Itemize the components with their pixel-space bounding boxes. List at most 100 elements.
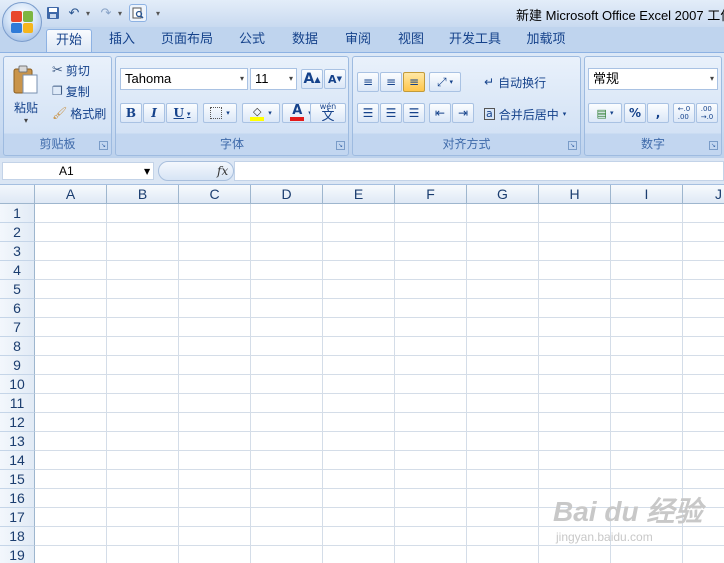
gridline-horizontal xyxy=(35,317,724,318)
merge-center-dropdown-icon[interactable]: ▾ xyxy=(563,110,567,118)
copy-button[interactable]: ❐ 复制 xyxy=(52,82,90,100)
name-box-dropdown-icon[interactable]: ▼ xyxy=(144,167,150,176)
align-center-button[interactable]: ☰ xyxy=(380,103,402,123)
align-center-icon: ☰ xyxy=(385,106,397,120)
undo-icon[interactable]: ↶ xyxy=(65,4,83,22)
font-size-combo[interactable]: 11 ▾ xyxy=(250,68,297,90)
font-name-dropdown-icon[interactable]: ▾ xyxy=(240,69,244,89)
save-icon[interactable] xyxy=(44,4,62,22)
tab-formulas[interactable]: 公式 xyxy=(230,29,274,52)
print-preview-icon[interactable] xyxy=(129,4,147,22)
borders-button[interactable]: ▾ xyxy=(203,103,237,123)
row-header[interactable]: 2 xyxy=(0,223,35,242)
row-header[interactable]: 13 xyxy=(0,432,35,451)
wrap-text-button[interactable]: ↵ 自动换行 xyxy=(484,71,546,93)
customize-qat-icon[interactable]: ▾ xyxy=(156,9,164,18)
row-header[interactable]: 9 xyxy=(0,356,35,375)
row-header[interactable]: 8 xyxy=(0,337,35,356)
row-header[interactable]: 15 xyxy=(0,470,35,489)
underline-button[interactable]: U ▾ xyxy=(166,103,198,123)
clipboard-dialog-launcher-icon[interactable]: ↘ xyxy=(99,141,108,150)
increase-indent-button[interactable]: ⇥ xyxy=(452,103,474,123)
column-header[interactable]: J xyxy=(683,185,724,204)
row-header[interactable]: 10 xyxy=(0,375,35,394)
tab-review[interactable]: 审阅 xyxy=(336,29,380,52)
row-header[interactable]: 12 xyxy=(0,413,35,432)
decrease-decimal-button[interactable]: .00 →.0 xyxy=(696,103,718,123)
column-header[interactable]: I xyxy=(611,185,683,204)
number-dialog-launcher-icon[interactable]: ↘ xyxy=(709,141,718,150)
align-right-button[interactable]: ☰ xyxy=(403,103,425,123)
increase-decimal-button[interactable]: ←.0.00 xyxy=(673,103,695,123)
row-header[interactable]: 3 xyxy=(0,242,35,261)
name-box[interactable]: A1 xyxy=(2,162,154,180)
office-button[interactable] xyxy=(2,2,42,42)
shrink-font-button[interactable]: A ▼ xyxy=(324,69,346,89)
column-header[interactable]: D xyxy=(251,185,323,204)
number-format-combo[interactable]: 常规 ▾ xyxy=(588,68,718,90)
tab-home[interactable]: 开始 xyxy=(46,29,92,52)
row-header[interactable]: 18 xyxy=(0,527,35,546)
align-bottom-button[interactable]: ≡ xyxy=(403,72,425,92)
tab-developer[interactable]: 开发工具 xyxy=(443,29,507,52)
clipboard-group-label: 剪贴板 xyxy=(39,137,76,151)
tab-insert[interactable]: 插入 xyxy=(100,29,144,52)
phonetic-guide-button[interactable]: wén 文 xyxy=(310,103,346,123)
decrease-indent-button[interactable]: ⇤ xyxy=(429,103,451,123)
redo-icon[interactable]: ↷ xyxy=(97,4,115,22)
column-header[interactable]: G xyxy=(467,185,539,204)
row-header[interactable]: 14 xyxy=(0,451,35,470)
row-header[interactable]: 19 xyxy=(0,546,35,563)
grow-font-button[interactable]: A ▲ xyxy=(301,69,323,89)
orientation-button[interactable]: ⤢ ▾ xyxy=(429,72,461,92)
fill-color-button[interactable]: ◇ ▾ xyxy=(242,103,280,123)
italic-button[interactable]: I xyxy=(143,103,165,123)
tab-page-layout[interactable]: 页面布局 xyxy=(155,29,219,52)
undo-dropdown-icon[interactable]: ▾ xyxy=(86,9,94,18)
tab-add-ins[interactable]: 加载项 xyxy=(518,29,574,52)
align-left-button[interactable]: ☰ xyxy=(357,103,379,123)
percent-style-button[interactable]: % xyxy=(624,103,646,123)
shrink-font-icon: A xyxy=(328,72,337,86)
cut-button[interactable]: ✂ 剪切 xyxy=(52,61,90,79)
column-header[interactable]: H xyxy=(539,185,611,204)
paste-dropdown-icon[interactable]: ▾ xyxy=(24,116,28,125)
paste-label: 粘贴 xyxy=(13,101,38,115)
row-header[interactable]: 5 xyxy=(0,280,35,299)
gridline-horizontal xyxy=(35,336,724,337)
merge-center-button[interactable]: a 合并后居中 ▾ xyxy=(484,103,566,125)
paste-button[interactable]: 粘贴 ▾ xyxy=(6,59,46,131)
tab-data[interactable]: 数据 xyxy=(283,29,327,52)
row-header[interactable]: 7 xyxy=(0,318,35,337)
number-format-dropdown-icon[interactable]: ▾ xyxy=(710,69,714,89)
format-painter-button[interactable]: 🖌 格式刷 xyxy=(52,104,106,122)
row-header[interactable]: 6 xyxy=(0,299,35,318)
tab-view[interactable]: 视图 xyxy=(389,29,433,52)
alignment-group: ≡ ≡ ≡ ⤢ ▾ ↵ 自动换行 ☰ ☰ ☰ ⇤ ⇥ a 合并后居中 ▾ 对齐方… xyxy=(352,56,581,156)
currency-icon: ▤ xyxy=(596,106,607,120)
column-header[interactable]: A xyxy=(35,185,107,204)
row-header[interactable]: 4 xyxy=(0,261,35,280)
row-header[interactable]: 17 xyxy=(0,508,35,527)
row-header[interactable]: 16 xyxy=(0,489,35,508)
select-all-corner[interactable] xyxy=(0,185,35,204)
redo-dropdown-icon[interactable]: ▾ xyxy=(118,9,126,18)
accounting-format-button[interactable]: ▤ ▾ xyxy=(588,103,622,123)
column-header[interactable]: C xyxy=(179,185,251,204)
column-header[interactable]: B xyxy=(107,185,179,204)
formula-input[interactable] xyxy=(234,161,724,181)
align-top-button[interactable]: ≡ xyxy=(357,72,379,92)
row-header[interactable]: 11 xyxy=(0,394,35,413)
column-header[interactable]: E xyxy=(323,185,395,204)
comma-style-button[interactable]: , xyxy=(647,103,669,123)
alignment-dialog-launcher-icon[interactable]: ↘ xyxy=(568,141,577,150)
align-middle-button[interactable]: ≡ xyxy=(380,72,402,92)
percent-icon: % xyxy=(628,106,642,120)
column-header[interactable]: F xyxy=(395,185,467,204)
bold-button[interactable]: B xyxy=(120,103,142,123)
row-header[interactable]: 1 xyxy=(0,204,35,223)
font-dialog-launcher-icon[interactable]: ↘ xyxy=(336,141,345,150)
insert-function-icon[interactable]: fx xyxy=(217,164,228,178)
font-size-dropdown-icon[interactable]: ▾ xyxy=(289,69,293,89)
font-name-combo[interactable]: Tahoma ▾ xyxy=(120,68,248,90)
